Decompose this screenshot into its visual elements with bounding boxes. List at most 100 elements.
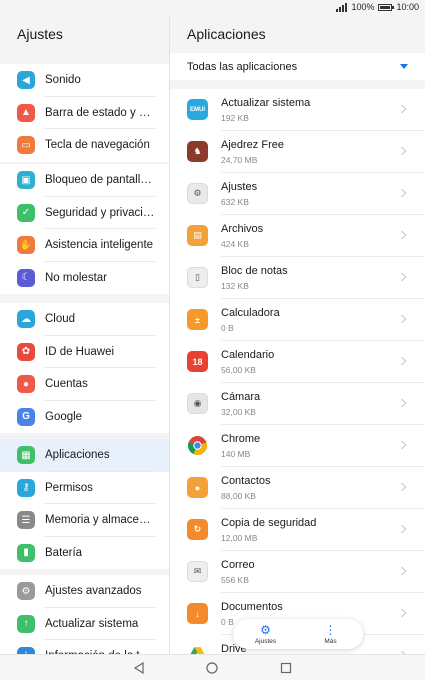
sidebar-item-lock[interactable]: ▣ Bloqueo de pantalla y contraseñas	[0, 164, 169, 197]
sidebar-item-google[interactable]: G Google	[0, 401, 169, 434]
battery-icon	[378, 3, 395, 11]
app-size: 12,00 MB	[221, 533, 258, 543]
app-list-item[interactable]: ⚙ Ajustes 632 KB	[170, 173, 425, 215]
calculator-icon: ±	[187, 309, 208, 330]
sidebar-item-huawei[interactable]: ✿ ID de Huawei	[0, 336, 169, 368]
app-name: Calendario	[221, 349, 275, 361]
settings-action-label: Ajustes	[254, 637, 277, 645]
settings-group: ☁ Cloud ✿ ID de Huawei ● Cuentas G Google	[0, 303, 169, 433]
more-action-button[interactable]: ⋮ Más	[298, 619, 363, 649]
sidebar-item-apps[interactable]: ▦ Aplicaciones	[0, 439, 169, 472]
gear-icon: ⚙	[260, 622, 271, 637]
sidebar-item-label: Bloqueo de pantalla y contraseñas	[45, 174, 155, 187]
sidebar-item-label: Memoria y almacenamiento	[45, 514, 155, 527]
sidebar-item-label: Cloud	[45, 313, 76, 326]
app-list-item[interactable]: 18 Calendario 56,00 KB	[170, 341, 425, 383]
key-icon: ⚷	[17, 478, 35, 497]
back-icon	[133, 662, 144, 674]
app-name: Cámara	[221, 391, 261, 403]
app-name: Copia de seguridad	[221, 517, 317, 529]
sidebar-item-label: Cuentas	[45, 378, 88, 391]
home-button[interactable]	[205, 661, 219, 675]
chevron-right-icon	[397, 524, 407, 534]
sidebar-item-update[interactable]: ↑ Actualizar sistema	[0, 608, 169, 640]
back-button[interactable]	[132, 661, 146, 675]
sidebar-item-gear[interactable]: ⚙ Ajustes avanzados	[0, 575, 169, 608]
app-list-item[interactable]: ± Calculadora 0 B	[170, 299, 425, 341]
app-list-item[interactable]: ✉ Correo 556 KB	[170, 551, 425, 593]
sidebar-item-moon[interactable]: ☾ No molestar	[0, 262, 169, 295]
drive-icon	[187, 645, 208, 654]
nav-key-icon: ▭	[17, 136, 35, 155]
app-name: Actualizar sistema	[221, 97, 311, 109]
settings-title: Ajustes	[17, 26, 63, 42]
apps-filter-dropdown[interactable]: Todas las aplicaciones	[170, 53, 425, 80]
sidebar-item-speaker[interactable]: ◀ Sonido	[0, 64, 169, 97]
app-list-item[interactable]: ↻ Copia de seguridad 12,00 MB	[170, 509, 425, 551]
storage-icon: ☰	[17, 511, 35, 530]
app-list-item[interactable]: ● Contactos 88,00 KB	[170, 467, 425, 509]
more-vertical-icon: ⋮	[324, 622, 337, 637]
app-name: Calculadora	[221, 307, 280, 319]
sidebar-item-storage[interactable]: ☰ Memoria y almacenamiento	[0, 504, 169, 537]
settings-group: ◀ Sonido ▲ Barra de estado y notificaciones…	[0, 64, 169, 162]
info-icon: i	[17, 647, 35, 654]
sidebar-item-battery[interactable]: ▮ Batería	[0, 537, 169, 570]
bell-icon: ▲	[17, 103, 35, 122]
chevron-right-icon	[397, 146, 407, 156]
sidebar-item-account[interactable]: ● Cuentas	[0, 368, 169, 401]
sidebar-item-info[interactable]: iInformación de la tableta	[0, 640, 169, 654]
sidebar-item-label: Sonido	[45, 74, 81, 87]
lock-icon: ▣	[17, 171, 35, 190]
chevron-right-icon	[397, 398, 407, 408]
chevron-right-icon	[397, 356, 407, 366]
battery-percent: 100%	[351, 2, 375, 12]
apps-filter-label: Todas las aplicaciones	[187, 60, 298, 73]
mail-icon: ✉	[187, 561, 208, 582]
sidebar-item-bell[interactable]: ▲ Barra de estado y notificaciones	[0, 97, 169, 129]
chevron-right-icon	[397, 608, 407, 618]
recents-button[interactable]	[279, 661, 293, 675]
floating-action-menu: ⚙ Ajustes ⋮ Más	[233, 619, 363, 649]
app-list-item[interactable]: Chrome 140 MB	[170, 425, 425, 467]
sidebar-item-label: Ajustes avanzados	[45, 585, 142, 598]
app-list-item[interactable]: EMUI Actualizar sistema 192 KB	[170, 89, 425, 131]
backup-icon: ↻	[187, 519, 208, 540]
settings-action-button[interactable]: ⚙ Ajustes	[233, 619, 298, 649]
sidebar-item-label: Seguridad y privacidad	[45, 206, 155, 219]
sidebar-item-label: Tecla de navegación	[45, 139, 150, 152]
chevron-right-icon	[397, 188, 407, 198]
huawei-icon: ✿	[17, 342, 35, 361]
app-list-item[interactable]: ▯ Bloc de notas 132 KB	[170, 257, 425, 299]
status-bar: 100% 10:00	[0, 0, 425, 16]
app-list-item[interactable]: ▤ Archivos 424 KB	[170, 215, 425, 257]
app-size: 88,00 KB	[221, 491, 256, 501]
sidebar-item-cloud[interactable]: ☁ Cloud	[0, 303, 169, 336]
app-list-item[interactable]: ◉ Cámara 32,00 KB	[170, 383, 425, 425]
sidebar-item-label: Barra de estado y notificaciones	[45, 106, 155, 119]
home-icon	[206, 662, 218, 674]
settings-group: ▣ Bloqueo de pantalla y contraseñas ✓ Segur…	[0, 164, 169, 294]
sidebar-item-label: Asistencia inteligente	[45, 239, 154, 252]
app-name: Archivos	[221, 223, 264, 235]
sidebar-item-key[interactable]: ⚷ Permisos	[0, 472, 169, 504]
app-list-item[interactable]: ♞ Ajedrez Free 24,70 MB	[170, 131, 425, 173]
download-icon: ↓	[187, 603, 208, 624]
settings-pane: Ajustes ◀ Sonido ▲ Barra de estado y notifi…	[0, 16, 170, 654]
apps-icon: ▦	[17, 446, 35, 465]
chevron-right-icon	[397, 314, 407, 324]
chrome-icon	[187, 435, 208, 456]
clock: 10:00	[396, 2, 419, 12]
sidebar-item-label: ID de Huawei	[45, 345, 115, 358]
app-size: 56,00 KB	[221, 365, 256, 375]
sidebar-item-hand[interactable]: ✋ Asistencia inteligente	[0, 229, 169, 262]
sidebar-item-shield[interactable]: ✓ Seguridad y privacidad	[0, 197, 169, 229]
sidebar-item-label: Batería	[45, 546, 83, 559]
sidebar-item-nav-key[interactable]: ▭ Tecla de navegación	[0, 129, 169, 162]
apps-title: Aplicaciones	[187, 26, 266, 42]
app-size: 132 KB	[221, 281, 249, 291]
settings-group: ▦ Aplicaciones ⚷ Permisos ☰ Memoria y almacen…	[0, 439, 169, 569]
app-size: 0 B	[221, 617, 234, 627]
cloud-icon: ☁	[17, 310, 35, 329]
moon-icon: ☾	[17, 268, 35, 287]
